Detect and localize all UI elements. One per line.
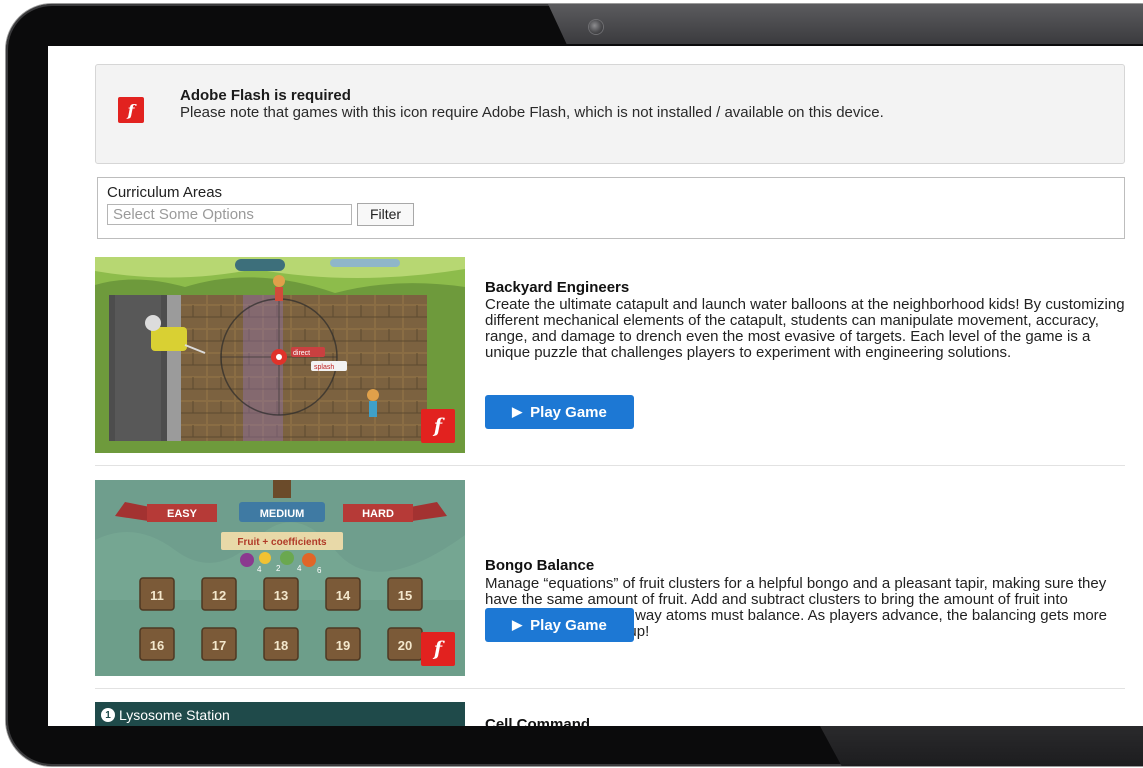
flash-icon: f [118, 97, 144, 123]
level-number: 13 [274, 588, 288, 603]
play-game-button[interactable]: ▶ Play Game [485, 395, 634, 429]
filter-button[interactable]: Filter [357, 203, 414, 226]
step-number-icon: 1 [101, 708, 115, 722]
direct-label: direct [293, 350, 310, 357]
flash-icon: f [421, 632, 455, 666]
station-label: Lysosome Station [119, 707, 230, 723]
level-number: 15 [398, 588, 412, 603]
bongo-balance-illustration: EASY MEDIUM HARD Fruit + coefficients 4 … [95, 480, 465, 676]
level-tile: 17 [201, 627, 237, 661]
level-number: 20 [398, 638, 412, 653]
level-tile: 15 [387, 577, 423, 611]
bezel-reflection [548, 4, 1143, 44]
game-thumbnail[interactable]: 1 Lysosome Station [95, 702, 465, 726]
play-game-button[interactable]: ▶ Play Game [485, 608, 634, 642]
game-title[interactable]: Backyard Engineers [485, 279, 629, 296]
coefficient-label: 6 [317, 566, 322, 575]
level-tile: 12 [201, 577, 237, 611]
backyard-engineers-illustration: direct splash [95, 257, 465, 453]
coefficient-label: 4 [257, 565, 262, 574]
level-tile: 20 [387, 627, 423, 661]
level-number: 19 [336, 638, 350, 653]
level-tile: 13 [263, 577, 299, 611]
tab-hard-label: HARD [362, 508, 394, 520]
curriculum-filter: Curriculum Areas Select Some Options Fil… [97, 177, 1125, 239]
game-title[interactable]: Bongo Balance [485, 557, 594, 574]
level-number: 14 [336, 588, 351, 603]
level-tile: 19 [325, 627, 361, 661]
level-number: 11 [150, 588, 164, 603]
bezel-reflection-bottom [820, 726, 1143, 766]
divider [95, 465, 1125, 466]
notice-text: Please note that games with this icon re… [180, 104, 884, 121]
play-game-label: Play Game [530, 403, 607, 421]
coefficient-label: 2 [276, 564, 281, 573]
divider [95, 688, 1125, 689]
camera-icon [589, 20, 603, 34]
notice-title: Adobe Flash is required [180, 87, 351, 104]
curriculum-select[interactable]: Select Some Options [107, 204, 352, 225]
level-number: 18 [274, 638, 288, 653]
level-tile: 14 [325, 577, 361, 611]
level-number: 12 [212, 588, 226, 603]
game-thumbnail[interactable]: EASY MEDIUM HARD Fruit + coefficients 4 … [95, 480, 465, 676]
tab-easy-label: EASY [167, 508, 198, 520]
play-icon: ▶ [512, 404, 523, 419]
filter-label: Curriculum Areas [107, 184, 223, 201]
level-number: 17 [212, 638, 226, 653]
coefficient-label: 4 [297, 564, 302, 573]
game-description: Create the ultimate catapult and launch … [485, 296, 1125, 361]
banner-label: Fruit + coefficients [237, 537, 327, 548]
tablet-screen: f Adobe Flash is required Please note th… [48, 46, 1143, 726]
game-thumbnail[interactable]: direct splash f [95, 257, 465, 453]
game-title[interactable]: Cell Command [485, 716, 590, 726]
tab-medium-label: MEDIUM [260, 508, 305, 520]
station-label-row: 1 Lysosome Station [101, 707, 230, 723]
play-icon: ▶ [512, 617, 523, 632]
level-number: 16 [150, 638, 164, 653]
level-tile: 18 [263, 627, 299, 661]
splash-label: splash [314, 364, 334, 371]
flash-required-notice: f Adobe Flash is required Please note th… [95, 64, 1125, 164]
level-tile: 16 [139, 627, 175, 661]
level-tile: 11 [139, 577, 175, 611]
flash-icon: f [421, 409, 455, 443]
play-game-label: Play Game [530, 616, 607, 634]
